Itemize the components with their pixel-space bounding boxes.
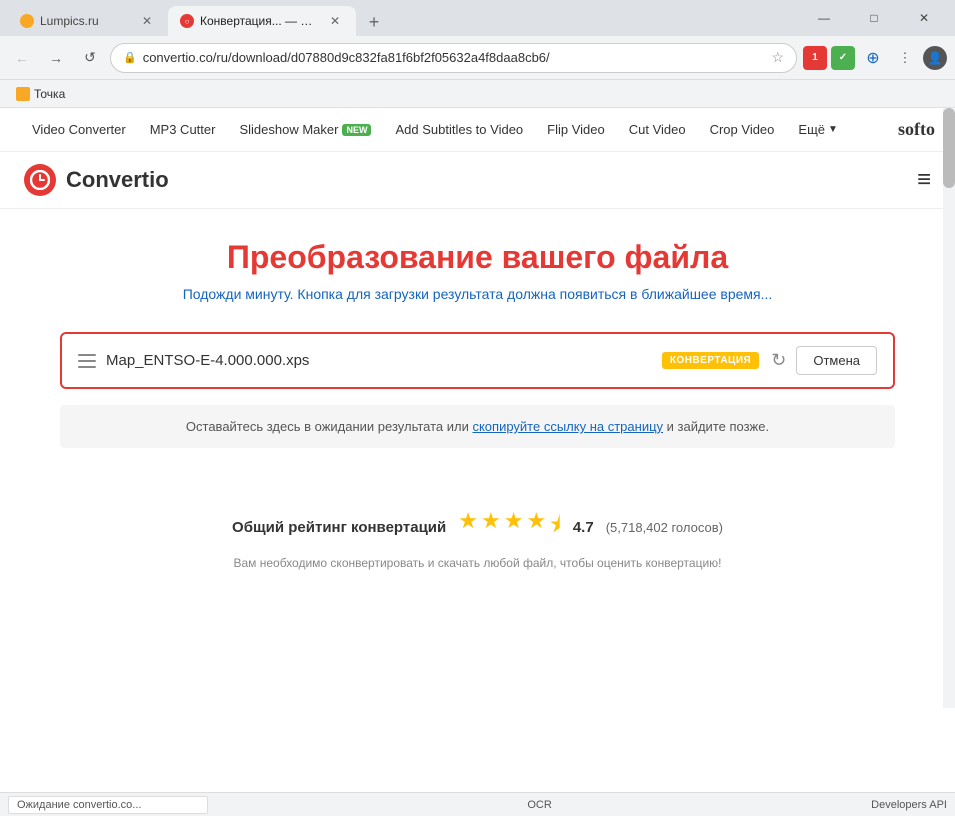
scrollbar-thumb[interactable] <box>943 108 955 188</box>
status-api: Developers API <box>871 799 947 811</box>
info-link[interactable]: скопируйте ссылку на страницу <box>472 419 663 434</box>
nav-slideshow-maker[interactable]: Slideshow Maker NEW <box>227 108 383 152</box>
logo-area: Convertio <box>24 164 169 196</box>
convertio-logo-svg <box>30 170 50 190</box>
browser-menu-button[interactable]: ⋮ <box>891 44 919 72</box>
nav-add-subtitles[interactable]: Add Subtitles to Video <box>383 108 535 152</box>
url-bar[interactable]: 🔒 convertio.co/ru/download/d07880d9c832f… <box>110 43 797 73</box>
star-3: ★ <box>504 508 524 546</box>
tab-favicon-lumpics <box>20 14 34 28</box>
tab-lumpics[interactable]: Lumpics.ru ✕ <box>8 6 168 36</box>
window-controls: — □ ✕ <box>801 3 947 33</box>
status-ocr: OCR <box>527 799 551 811</box>
nav-crop-video[interactable]: Crop Video <box>698 108 787 152</box>
scrollbar[interactable] <box>943 108 955 708</box>
bookmark-tochka[interactable]: Точка <box>8 85 73 103</box>
bookmark-label: Точка <box>34 87 65 101</box>
browser-actions: 1 ✓ ⊕ ⋮ 👤 <box>803 44 947 72</box>
logo-text: Convertio <box>66 167 169 193</box>
back-button[interactable]: ← <box>8 44 36 72</box>
title-bar: Lumpics.ru ✕ ○ Конвертация... — Converti… <box>0 0 955 36</box>
cancel-button[interactable]: Отмена <box>796 346 877 375</box>
main-title: Преобразование вашего файла <box>60 239 895 276</box>
tab-bar: Lumpics.ru ✕ ○ Конвертация... — Converti… <box>8 0 793 36</box>
star-5: ⯨ <box>549 508 561 546</box>
forward-button[interactable]: → <box>42 44 70 72</box>
info-text-after: и зайдите позже. <box>663 419 769 434</box>
nav-more[interactable]: Ещё ▼ <box>786 108 850 152</box>
nav-flip-video[interactable]: Flip Video <box>535 108 617 152</box>
ext-btn-1[interactable]: 1 <box>803 46 827 70</box>
site-navbar: Video Converter MP3 Cutter Slideshow Mak… <box>0 108 955 152</box>
address-bar: ← → ↺ 🔒 convertio.co/ru/download/d07880d… <box>0 36 955 80</box>
url-text: convertio.co/ru/download/d07880d9c832fa8… <box>143 50 766 65</box>
conversion-badge: КОНВЕРТАЦИЯ <box>662 352 759 369</box>
tab-favicon-convertio: ○ <box>180 14 194 28</box>
stars: ★ ★ ★ ★ ⯨ <box>458 508 561 546</box>
logo-icon <box>24 164 56 196</box>
ext-btn-globe[interactable]: ⊕ <box>859 44 887 72</box>
minimize-button[interactable]: — <box>801 3 847 33</box>
ext-btn-check[interactable]: ✓ <box>831 46 855 70</box>
refresh-icon[interactable]: ↻ <box>771 350 786 371</box>
main-subtitle: Подожди минуту. Кнопка для загрузки резу… <box>60 286 895 302</box>
tab-label-lumpics: Lumpics.ru <box>40 14 99 28</box>
nav-video-converter[interactable]: Video Converter <box>20 108 138 152</box>
reload-button[interactable]: ↺ <box>76 44 104 72</box>
new-tab-button[interactable]: + <box>360 8 388 36</box>
hamburger-menu-button[interactable]: ≡ <box>917 166 931 194</box>
status-bar: Ожидание convertio.co... OCR Developers … <box>0 792 955 816</box>
main-content: Преобразование вашего файла Подожди мину… <box>0 209 955 590</box>
nav-mp3-cutter[interactable]: MP3 Cutter <box>138 108 228 152</box>
softo-logo[interactable]: softo <box>898 119 935 140</box>
rating-section: Общий рейтинг конвертаций ★ ★ ★ ★ ⯨ 4.7 … <box>60 488 895 570</box>
dropdown-arrow-icon: ▼ <box>828 124 838 135</box>
tab-convertio[interactable]: ○ Конвертация... — Convertio ✕ <box>168 6 356 36</box>
bookmark-star-icon[interactable]: ☆ <box>771 49 784 66</box>
hamburger-file-icon <box>78 353 96 369</box>
star-4: ★ <box>526 508 546 546</box>
info-text-before: Оставайтесь здесь в ожидании результата … <box>186 419 473 434</box>
rating-count: (5,718,402 голосов) <box>606 520 723 535</box>
rating-label: Общий рейтинг конвертаций <box>232 519 446 536</box>
file-menu-icon <box>78 353 96 369</box>
rating-note: Вам необходимо сконвертировать и скачать… <box>60 556 895 570</box>
tab-close-convertio[interactable]: ✕ <box>326 12 344 30</box>
star-2: ★ <box>481 508 501 546</box>
close-button[interactable]: ✕ <box>901 3 947 33</box>
rating-score: 4.7 <box>573 519 594 536</box>
lock-icon: 🔒 <box>123 51 137 64</box>
rating-row: Общий рейтинг конвертаций ★ ★ ★ ★ ⯨ 4.7 … <box>60 508 895 546</box>
profile-icon[interactable]: 👤 <box>923 46 947 70</box>
new-badge: NEW <box>342 124 371 136</box>
conversion-box: Map_ENTSO-E-4.000.000.xps КОНВЕРТАЦИЯ ↻ … <box>60 332 895 389</box>
bookmarks-bar: Точка <box>0 80 955 108</box>
info-box: Оставайтесь здесь в ожидании результата … <box>60 405 895 448</box>
logo-bar: Convertio ≡ <box>0 152 955 209</box>
bookmark-favicon <box>16 87 30 101</box>
tab-close-lumpics[interactable]: ✕ <box>138 12 156 30</box>
file-name: Map_ENTSO-E-4.000.000.xps <box>106 352 662 369</box>
status-url: Ожидание convertio.co... <box>8 796 208 814</box>
maximize-button[interactable]: □ <box>851 3 897 33</box>
star-1: ★ <box>458 508 478 546</box>
tab-label-convertio: Конвертация... — Convertio <box>200 14 320 28</box>
nav-cut-video[interactable]: Cut Video <box>617 108 698 152</box>
